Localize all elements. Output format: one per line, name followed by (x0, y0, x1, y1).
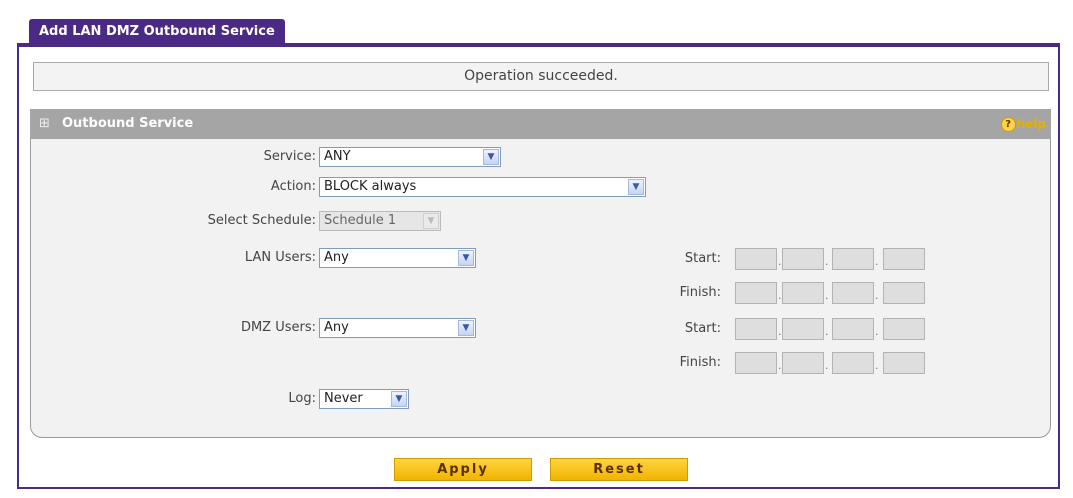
dmz-start-octet-4 (883, 318, 925, 340)
log-value: Never (324, 391, 363, 406)
action-label: Action: (270, 179, 316, 194)
schedule-value: Schedule 1 (324, 213, 397, 228)
lan-start-octet-4 (883, 248, 925, 270)
dmz-finish-octet-4 (883, 352, 925, 374)
dmz-users-value: Any (324, 320, 349, 335)
lan-finish-octet-3 (832, 282, 874, 304)
lan-finish-label: Finish: (679, 285, 721, 300)
lan-finish-octet-1 (735, 282, 777, 304)
dmz-users-label: DMZ Users: (240, 320, 316, 335)
outbound-service-panel: Service: ANY ▼ Action: BLOCK always ▼ Se… (30, 139, 1051, 438)
tab-add-lan-dmz-outbound-service[interactable]: Add LAN DMZ Outbound Service (29, 19, 285, 44)
chevron-down-icon: ▼ (458, 250, 474, 266)
action-value: BLOCK always (324, 179, 417, 194)
dmz-finish-label: Finish: (679, 355, 721, 370)
lan-finish-octet-4 (883, 282, 925, 304)
service-value: ANY (324, 149, 351, 164)
grip-icon: ⊞ (39, 116, 50, 131)
action-select[interactable]: BLOCK always ▼ (319, 177, 646, 197)
content-frame: Operation succeeded. ⊞ Outbound Service … (17, 43, 1060, 489)
lan-users-select[interactable]: Any ▼ (319, 248, 476, 268)
help-link[interactable]: ? help (1000, 109, 1046, 139)
lan-users-label: LAN Users: (244, 250, 316, 265)
log-select[interactable]: Never ▼ (319, 389, 409, 409)
dmz-start-octet-2 (782, 318, 824, 340)
dmz-finish-octet-1 (735, 352, 777, 374)
chevron-down-icon: ▼ (628, 179, 644, 195)
lan-start-label: Start: (684, 251, 721, 266)
schedule-label: Select Schedule: (207, 213, 316, 228)
dmz-start-octet-3 (832, 318, 874, 340)
lan-start-octet-2 (782, 248, 824, 270)
schedule-select: Schedule 1 ▼ (319, 211, 441, 231)
chevron-down-icon: ▼ (391, 391, 407, 407)
lan-start-octet-1 (735, 248, 777, 270)
status-message: Operation succeeded. (33, 62, 1049, 91)
dmz-start-label: Start: (684, 321, 721, 336)
chevron-down-icon: ▼ (483, 149, 499, 165)
log-label: Log: (288, 391, 316, 406)
service-label: Service: (263, 149, 316, 164)
apply-button[interactable]: Apply (394, 458, 532, 481)
dmz-start-octet-1 (735, 318, 777, 340)
lan-users-value: Any (324, 250, 349, 265)
dmz-users-select[interactable]: Any ▼ (319, 318, 476, 338)
help-label: help (1016, 117, 1046, 131)
lan-start-octet-3 (832, 248, 874, 270)
help-icon: ? (1000, 117, 1016, 132)
dmz-finish-octet-3 (832, 352, 874, 374)
panel-title: Outbound Service (62, 116, 194, 131)
service-select[interactable]: ANY ▼ (319, 147, 501, 167)
reset-button[interactable]: Reset (550, 458, 688, 481)
lan-finish-octet-2 (782, 282, 824, 304)
chevron-down-icon: ▼ (458, 320, 474, 336)
chevron-down-icon: ▼ (423, 213, 439, 229)
panel-header: ⊞ Outbound Service ? help (30, 109, 1051, 139)
dmz-finish-octet-2 (782, 352, 824, 374)
